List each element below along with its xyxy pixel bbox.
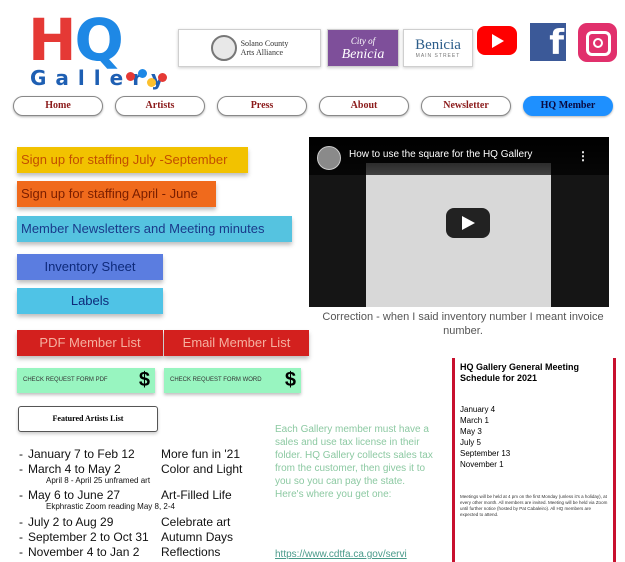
- schedule-dates: September 2 to Oct 31: [28, 530, 149, 544]
- schedule-title: Art-Filled Life: [161, 488, 232, 502]
- sales-tax-note: Each Gallery member must have a sales an…: [275, 424, 433, 500]
- partner-line2: Arts Alliance: [240, 48, 284, 57]
- logo-hq: HQ: [28, 10, 124, 70]
- logo-h: H: [28, 6, 77, 74]
- schedule-title: Celebrate art: [161, 515, 231, 529]
- logo-dot-red-2: [158, 73, 167, 82]
- schedule-bullet: -: [19, 488, 23, 502]
- nav-home[interactable]: Home: [13, 96, 103, 116]
- instagram-icon[interactable]: [578, 23, 617, 62]
- schedule-title: Color and Light: [161, 462, 243, 476]
- check-request-pdf-button[interactable]: CHECK REQUEST FORM PDF $: [17, 368, 155, 393]
- newsletters-minutes-button[interactable]: Member Newsletters and Meeting minutes: [17, 216, 292, 242]
- more-options-icon[interactable]: ⋮: [577, 149, 589, 163]
- logo-dot-red: [126, 72, 135, 81]
- nav-about[interactable]: About: [319, 96, 409, 116]
- meeting-date: September 13: [460, 449, 511, 458]
- youtube-video-player[interactable]: How to use the square for the HQ Gallery…: [309, 137, 609, 307]
- schedule-bullet: -: [19, 447, 23, 461]
- meeting-date: January 4: [460, 405, 496, 414]
- schedule-title: Reflections: [161, 545, 221, 559]
- video-title[interactable]: How to use the square for the HQ Gallery: [349, 149, 532, 160]
- schedule-bullet: -: [19, 515, 23, 529]
- schedule-subnote: Ekphrastic Zoom reading May 8, 2-4: [46, 502, 175, 511]
- pdf-member-list-button[interactable]: PDF Member List: [17, 330, 163, 356]
- check-request-pdf-label: CHECK REQUEST FORM PDF: [23, 377, 108, 383]
- play-icon: [492, 34, 504, 48]
- meeting-date: March 1: [460, 416, 489, 425]
- meeting-note: Meetings will be held at 4 pm on the fir…: [460, 494, 608, 517]
- staffing-apr-jun-button[interactable]: Sign up for staffing April - June: [17, 181, 216, 207]
- dollar-icon: $: [284, 369, 296, 391]
- schedule-title: More fun in '21: [161, 447, 241, 461]
- schedule-bullet: -: [19, 545, 23, 559]
- seal-icon: [210, 35, 237, 61]
- benicia-text: Benicia: [415, 36, 461, 53]
- schedule-dates: November 4 to Jan 2: [28, 545, 140, 559]
- logo-q: Q: [74, 6, 124, 74]
- staffing-jul-sep-button[interactable]: Sign up for staffing July -September: [17, 147, 248, 173]
- logo-dot-yellow: [147, 78, 156, 87]
- logo-dot-blue: [138, 69, 147, 78]
- nav-newsletter[interactable]: Newsletter: [421, 96, 511, 116]
- nav-artists[interactable]: Artists: [115, 96, 205, 116]
- sales-tax-link[interactable]: https://www.cdtfa.ca.gov/servi: [275, 549, 407, 560]
- play-button[interactable]: [446, 208, 490, 238]
- partner-logo-city-of-benicia[interactable]: City of Benicia: [327, 29, 399, 67]
- youtube-icon[interactable]: [477, 26, 517, 55]
- schedule-bullet: -: [19, 462, 23, 476]
- meeting-date: November 1: [460, 460, 504, 469]
- inventory-sheet-button[interactable]: Inventory Sheet: [17, 254, 163, 280]
- meeting-date: July 5: [460, 438, 481, 447]
- schedule-bullet: -: [19, 530, 23, 544]
- meeting-schedule-panel: HQ Gallery General Meeting Schedule for …: [452, 358, 616, 562]
- schedule-title: Autumn Days: [161, 530, 234, 544]
- meeting-dates-list: January 4 March 1 May 3 July 5 September…: [460, 404, 510, 470]
- schedule-dates: July 2 to Aug 29: [28, 515, 114, 529]
- featured-artists-list-button[interactable]: Featured Artists List: [18, 406, 158, 432]
- city-line2: Benicia: [341, 47, 385, 62]
- nav-press[interactable]: Press: [217, 96, 307, 116]
- dollar-icon: $: [138, 369, 150, 391]
- main-street-text: MAIN STREET: [415, 52, 461, 59]
- check-request-word-label: CHECK REQUEST FORM WORD: [170, 377, 262, 383]
- meeting-schedule-title: HQ Gallery General Meeting Schedule for …: [460, 362, 580, 383]
- partner-logo-benicia-main-street[interactable]: Benicia MAIN STREET: [403, 29, 473, 67]
- schedule-subnote: April 8 - April 25 unframed art: [46, 476, 151, 485]
- schedule-dates: May 6 to June 27: [28, 488, 121, 502]
- labels-button[interactable]: Labels: [17, 288, 163, 314]
- partner-logo-arts-alliance[interactable]: Solano County Arts Alliance: [178, 29, 321, 67]
- partner-line1: Solano County: [240, 39, 289, 48]
- schedule-dates: January 7 to Feb 12: [28, 447, 135, 461]
- meeting-date: May 3: [460, 427, 482, 436]
- schedule-dates: March 4 to May 2: [28, 462, 121, 476]
- email-member-list-button[interactable]: Email Member List: [164, 330, 309, 356]
- hq-gallery-logo[interactable]: HQ Gallery: [28, 10, 168, 92]
- check-request-word-button[interactable]: CHECK REQUEST FORM WORD $: [164, 368, 301, 393]
- facebook-icon[interactable]: f: [530, 23, 566, 61]
- video-caption: Correction - when I said inventory numbe…: [322, 311, 604, 337]
- nav-hq-member[interactable]: HQ Member: [523, 96, 613, 116]
- channel-avatar[interactable]: [317, 146, 341, 170]
